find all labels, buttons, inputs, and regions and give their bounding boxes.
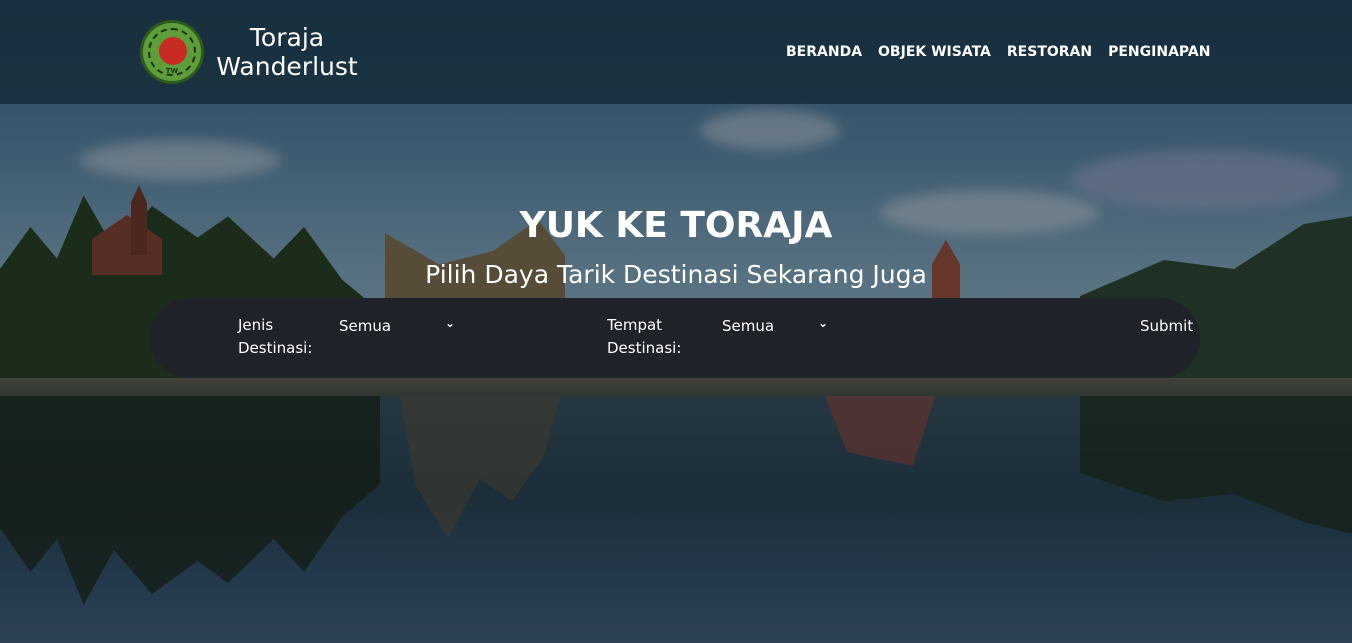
jenis-destinasi-label: Jenis Destinasi:: [238, 314, 312, 360]
navbar: TW Toraja Wanderlust BERANDA OBJEK WISAT…: [0, 0, 1352, 104]
chevron-down-icon: ⌄: [445, 316, 456, 330]
tempat-destinasi-select[interactable]: Semua ⌄: [722, 314, 832, 337]
submit-button[interactable]: Submit: [1140, 317, 1193, 335]
chevron-down-icon: ⌄: [818, 316, 829, 330]
brand-logo: TW: [140, 20, 204, 84]
logo-emblem-icon: [159, 37, 187, 65]
tempat-destinasi-label: Tempat Destinasi:: [607, 314, 681, 360]
tempat-destinasi-value: Semua: [722, 316, 775, 335]
brand-name-line2: Wanderlust: [216, 52, 358, 81]
tempat-label-line2: Destinasi:: [607, 339, 682, 357]
brand-name: Toraja Wanderlust: [212, 23, 362, 81]
nav-item-objek-wisata[interactable]: OBJEK WISATA: [878, 44, 991, 60]
brand-link[interactable]: TW Toraja Wanderlust: [140, 20, 362, 84]
tempat-label-line1: Tempat: [607, 316, 663, 334]
jenis-destinasi-value: Semua: [339, 316, 392, 335]
jenis-destinasi-select[interactable]: Semua ⌄: [339, 314, 459, 337]
page: TW Toraja Wanderlust BERANDA OBJEK WISAT…: [0, 0, 1352, 643]
hero-subtitle: Pilih Daya Tarik Destinasi Sekarang Juga: [425, 260, 927, 289]
nav-item-penginapan[interactable]: PENGINAPAN: [1108, 44, 1210, 60]
brand-name-line1: Toraja: [249, 23, 325, 52]
jenis-label-line2: Destinasi:: [238, 339, 313, 357]
nav-links: BERANDA OBJEK WISATA RESTORAN PENGINAPAN: [786, 44, 1226, 60]
destination-search-form: Jenis Destinasi: Semua ⌄ Tempat Destinas…: [150, 298, 1200, 378]
jenis-label-line1: Jenis: [238, 316, 274, 334]
hero-title: YUK KE TORAJA: [519, 205, 833, 246]
logo-text: TW: [165, 67, 179, 75]
nav-item-beranda[interactable]: BERANDA: [786, 44, 862, 60]
nav-item-restoran[interactable]: RESTORAN: [1007, 44, 1092, 60]
